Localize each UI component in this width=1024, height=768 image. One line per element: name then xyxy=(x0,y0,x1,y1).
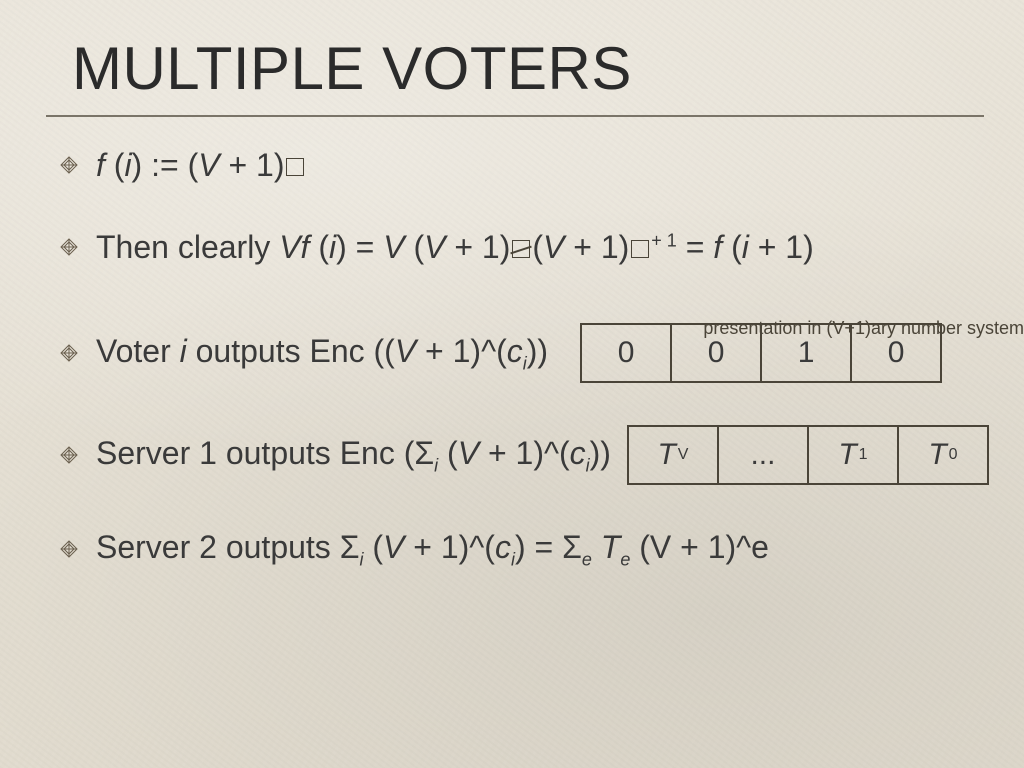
diamond-icon xyxy=(60,156,78,174)
cell: ... xyxy=(717,425,809,485)
cell: 1 xyxy=(760,323,852,383)
line-2-text: Then clearly Vf (i) = V (V + 1)(V + 1)+ … xyxy=(96,227,814,267)
placeholder-box-icon xyxy=(284,156,306,178)
bullet-row-5: Server 2 outputs Σi (V + 1)^(ci) = Σe Te… xyxy=(60,527,998,571)
bullet-row-4: Server 1 outputs Enc (Σi (V + 1)^(ci)) T… xyxy=(60,425,998,485)
diamond-icon xyxy=(60,238,78,256)
line-4-text: Server 1 outputs Enc (Σi (V + 1)^(ci)) xyxy=(96,433,611,477)
line-3-text: Voter i outputs Enc ((V + 1)^(ci)) xyxy=(96,331,548,375)
cell: T1 xyxy=(807,425,899,485)
cells-bottom: TV ... T1 T0 xyxy=(627,425,989,485)
crossed-box-icon xyxy=(510,238,532,260)
horizontal-rule xyxy=(46,115,984,117)
placeholder-box-icon xyxy=(629,238,651,260)
bullet-row-3: Voter i outputs Enc ((V + 1)^(ci)) 0 0 1… xyxy=(60,323,998,383)
cell: 0 xyxy=(580,323,672,383)
diamond-icon xyxy=(60,540,78,558)
diamond-icon xyxy=(60,344,78,362)
line-1-text: f (i) := (V + 1) f (i) := (V + 1) xyxy=(96,145,306,185)
slide-title: MULTIPLE VOTERS xyxy=(72,34,1006,103)
cell: TV xyxy=(627,425,719,485)
cell: 0 xyxy=(850,323,942,383)
bullet-row-2: Then clearly Vf (i) = V (V + 1)(V + 1)+ … xyxy=(60,227,998,267)
bullet-row-1: f (i) := (V + 1) f (i) := (V + 1) xyxy=(60,145,998,185)
line-5-text: Server 2 outputs Σi (V + 1)^(ci) = Σe Te… xyxy=(96,527,769,571)
diamond-icon xyxy=(60,446,78,464)
cell: T0 xyxy=(897,425,989,485)
cell: 0 xyxy=(670,323,762,383)
cells-top: 0 0 1 0 xyxy=(580,323,942,383)
